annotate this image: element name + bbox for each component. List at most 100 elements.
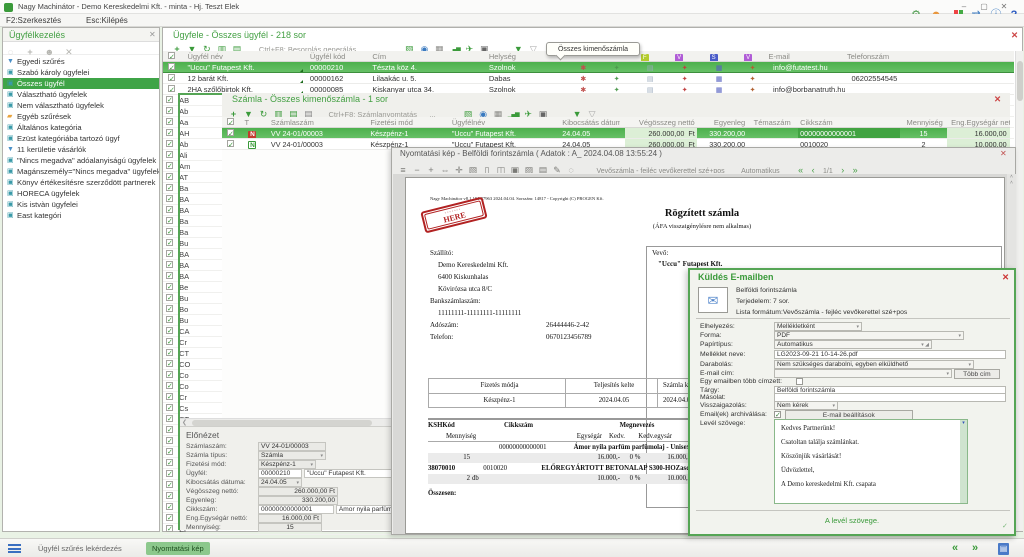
status-icon[interactable]: [637, 74, 663, 84]
col-unit[interactable]: Eng.Egységár nettó: [947, 117, 1010, 128]
toolbar-icon[interactable]: [286, 108, 301, 117]
row-checkbox[interactable]: [166, 162, 173, 169]
split-select[interactable]: Nem szükséges darabolni, egyben elküldhe…: [774, 360, 974, 369]
toolbar-icon[interactable]: [301, 108, 316, 117]
status-icon[interactable]: [637, 63, 663, 73]
col-phone[interactable]: Telefonszám: [845, 51, 940, 62]
row-checkbox[interactable]: [166, 448, 173, 455]
row-checkbox[interactable]: [166, 294, 173, 301]
row-checkbox[interactable]: [166, 525, 173, 532]
col-total[interactable]: Végösszeg nettó: [625, 117, 697, 128]
row-checkbox[interactable]: [166, 437, 173, 444]
col-name[interactable]: Ügyfél név: [185, 51, 303, 62]
preview-toolbar-icon[interactable]: [494, 164, 508, 173]
preview-toolbar-icon[interactable]: [410, 164, 424, 173]
preview-toolbar-icon[interactable]: [466, 164, 480, 173]
row-checkbox[interactable]: [166, 426, 173, 433]
col-v-badge[interactable]: V: [675, 54, 683, 62]
preview-toolbar-icon[interactable]: [452, 164, 466, 173]
first-page-icon[interactable]: «: [798, 165, 803, 173]
resize-grip[interactable]: ✓: [1002, 522, 1008, 530]
toolbar-icon[interactable]: [491, 108, 506, 117]
sidebar-close-icon[interactable]: ✕: [149, 30, 156, 39]
col-qty[interactable]: Mennyiség: [905, 117, 943, 128]
col-v2-badge[interactable]: V: [744, 54, 752, 62]
toolbar-icon[interactable]: [461, 108, 476, 117]
toolbar-icon[interactable]: [432, 43, 447, 51]
format-select[interactable]: PDF▾: [774, 331, 964, 340]
invoice-number-field[interactable]: VV 24-01/00003: [258, 442, 326, 451]
row-checkbox[interactable]: [166, 239, 173, 246]
unit-price-field[interactable]: 16.000,00 Ft: [258, 514, 322, 523]
issue-date-select[interactable]: 24.04.05▾: [258, 478, 302, 487]
sidebar-item[interactable]: Általános kategória: [3, 122, 159, 133]
sidebar-item[interactable]: Választható ügyfelek: [3, 89, 159, 100]
sidebar-item[interactable]: Összes ügyfél: [3, 78, 159, 89]
row-checkbox[interactable]: [227, 129, 234, 136]
row-checkbox[interactable]: [168, 63, 175, 70]
customer-row[interactable]: 12 barát Kft. 00000162 Lilaakác u. 5. Da…: [163, 73, 1014, 84]
row-checkbox[interactable]: [166, 327, 173, 334]
toolbar-icon[interactable]: [506, 108, 521, 117]
toolbar-icon[interactable]: [271, 108, 286, 117]
tab-print-preview[interactable]: Nyomtatási kép: [146, 542, 210, 555]
toolbar-icon[interactable]: [462, 43, 477, 51]
toolbar-ellipsis[interactable]: ...: [429, 110, 435, 117]
sidebar-item[interactable]: Egyedi szűrés: [3, 56, 159, 67]
item-code-field[interactable]: 00000000000001: [258, 505, 334, 514]
row-checkbox[interactable]: [166, 492, 173, 499]
row-checkbox[interactable]: [166, 261, 173, 268]
sidebar-item[interactable]: 11 kerületie vásárlók: [3, 144, 159, 155]
col-balance[interactable]: Egyenleg: [701, 117, 747, 128]
toolbar-hint[interactable]: Ctrl+F8: Számlanyomtatás: [328, 110, 417, 117]
print-preview-close-icon[interactable]: ✕: [1000, 149, 1007, 158]
next-page-icon[interactable]: ›: [841, 165, 844, 173]
sidebar-item[interactable]: Könyv értékesítésre szerződött partnerek: [3, 177, 159, 188]
toolbar-icon[interactable]: [184, 43, 199, 51]
sidebar-item[interactable]: Ezüst kategóriába tartozó ügyf: [3, 133, 159, 144]
row-checkbox[interactable]: [168, 85, 175, 92]
sidebar-item[interactable]: Nem választható ügyfelek: [3, 100, 159, 111]
row-checkbox[interactable]: [166, 305, 173, 312]
sidebar-item[interactable]: "Nincs megadva" adóalanyiságú ügyfelek: [3, 155, 159, 166]
preview-toolbar-icon[interactable]: [536, 164, 550, 173]
row-checkbox[interactable]: [166, 118, 173, 125]
row-checkbox[interactable]: [166, 404, 173, 411]
archive-checkbox[interactable]: [774, 411, 781, 418]
row-checkbox[interactable]: [166, 206, 173, 213]
preview-toolbar-icon[interactable]: [508, 164, 522, 173]
col-f-badge[interactable]: F: [641, 54, 649, 62]
row-checkbox[interactable]: [166, 129, 173, 136]
row-checkbox[interactable]: [166, 184, 173, 191]
preview-toolbar-icon[interactable]: [564, 164, 578, 173]
preview-toolbar-icon[interactable]: [522, 164, 536, 173]
toolbar-icon[interactable]: [214, 43, 229, 51]
row-checkbox[interactable]: [166, 393, 173, 400]
payment-mode-select[interactable]: Készpénz-1▾: [258, 460, 316, 469]
sidebar-item[interactable]: HORECA ügyfelek: [3, 188, 159, 199]
col-s-badge[interactable]: S: [710, 54, 718, 62]
list-view-icon[interactable]: ▤: [998, 543, 1009, 555]
more-addresses-button[interactable]: Több cím: [954, 369, 1000, 379]
row-checkbox[interactable]: [166, 283, 173, 290]
status-icon[interactable]: [672, 74, 698, 84]
toolbar-icon[interactable]: [447, 43, 462, 51]
status-icon[interactable]: [706, 74, 732, 84]
col-payment[interactable]: Fizetési mód: [368, 117, 445, 128]
last-page-icon[interactable]: »: [853, 165, 858, 173]
toolbar-icon[interactable]: [199, 43, 214, 51]
col-address[interactable]: Cím: [370, 51, 482, 62]
row-checkbox[interactable]: [166, 338, 173, 345]
col-issued[interactable]: Kibocsátás dátuma: [560, 117, 620, 128]
status-icon[interactable]: [570, 74, 596, 84]
row-checkbox[interactable]: [166, 371, 173, 378]
menu-edit[interactable]: F2:Szerkesztés: [6, 16, 61, 25]
row-checkbox[interactable]: [166, 503, 173, 510]
toolbar-icon[interactable]: [417, 43, 432, 51]
status-icon[interactable]: [706, 63, 732, 73]
toolbar-icon[interactable]: [229, 43, 244, 51]
toolbar-icon[interactable]: [256, 108, 271, 117]
row-checkbox[interactable]: [168, 74, 175, 81]
tab-customer-filter[interactable]: Ügyfél szűrés lekérdezés: [32, 542, 128, 555]
row-checkbox[interactable]: [166, 173, 173, 180]
